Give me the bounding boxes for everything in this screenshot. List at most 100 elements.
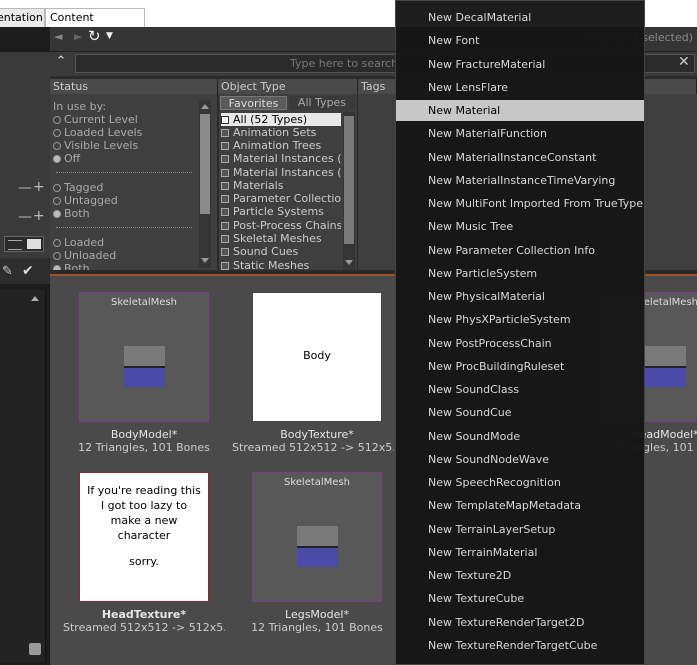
scrollbar-thumb[interactable] (200, 114, 210, 214)
checkbox-icon (221, 208, 229, 216)
tag-option[interactable]: Tagged (53, 181, 103, 194)
load-option[interactable]: Unloaded (53, 249, 116, 262)
asset-name: HeadTexture* (101, 608, 187, 621)
asset-info: Streamed 512x512 -> 512x5... (232, 441, 394, 454)
pencil-icon[interactable]: ✎ (2, 264, 13, 279)
object-type-item[interactable]: Material Instances (Co (221, 152, 341, 165)
asset-name: BodyModel* (110, 428, 178, 441)
menu-item[interactable]: New MaterialFunction (396, 123, 644, 144)
menu-item[interactable]: New SpeechRecognition (396, 472, 644, 493)
menu-item[interactable]: New TextureRenderTarget2D (396, 612, 644, 633)
tag-option[interactable]: Both (53, 207, 90, 220)
object-type-item[interactable]: Animation Sets (221, 126, 341, 139)
in-use-option[interactable]: Off (53, 152, 80, 165)
menu-item[interactable]: New Texture2D (396, 565, 644, 586)
plus-icon[interactable]: + (33, 208, 45, 224)
radio-icon (53, 184, 61, 192)
close-icon[interactable]: ✕ (678, 54, 690, 70)
asset-thumbnail[interactable]: Body (252, 292, 382, 422)
object-type-item[interactable]: Sound Cues (221, 245, 341, 258)
menu-item[interactable]: New Material (396, 100, 644, 121)
mesh-preview (297, 526, 338, 546)
asset-kind-label: SkeletalMesh (283, 477, 351, 488)
scroll-up-icon[interactable] (201, 104, 209, 109)
menu-item[interactable]: New Font (396, 30, 644, 51)
left-list-pane[interactable] (0, 290, 46, 662)
tab-presentation[interactable]: entation (0, 8, 45, 27)
forward-arrow-icon[interactable]: ► (74, 30, 82, 43)
tag-option[interactable]: Untagged (53, 194, 118, 207)
object-type-scrollbar[interactable] (343, 112, 355, 270)
menu-item[interactable]: New MultiFont Imported From TrueType (396, 193, 644, 214)
object-type-item[interactable]: Materials (221, 179, 341, 192)
menu-item[interactable]: New SoundCue (396, 402, 644, 423)
menu-item[interactable]: New ProcBuildingRuleset (396, 356, 644, 377)
scroll-down-icon[interactable] (201, 258, 209, 263)
menu-item[interactable]: New SoundMode (396, 426, 644, 447)
asset-thumbnail[interactable]: SkeletalMesh (252, 472, 382, 602)
menu-item[interactable]: New TerrainLayerSetup (396, 519, 644, 540)
back-arrow-icon[interactable]: ◄ (54, 30, 62, 43)
menu-item[interactable]: New Music Tree (396, 216, 644, 237)
in-use-option[interactable]: Current Level (53, 113, 138, 126)
tab-content-browser[interactable]: Content Browser-1 (45, 8, 145, 42)
checkbox-icon (221, 129, 229, 137)
object-type-item[interactable]: Material Instances (Ti (221, 166, 341, 179)
scroll-down-icon[interactable] (345, 260, 353, 265)
tab-all-types[interactable]: All Types (289, 96, 355, 110)
status-scrollbar[interactable] (199, 100, 211, 268)
scrollbar-thumb[interactable] (29, 643, 41, 655)
menu-item[interactable]: New SoundClass (396, 379, 644, 400)
mesh-preview (645, 346, 686, 366)
load-option[interactable]: Both (53, 262, 90, 270)
object-type-item[interactable]: Animation Trees (221, 139, 341, 152)
in-use-option[interactable]: Visible Levels (53, 139, 138, 152)
collapse-filters-icon[interactable]: ⌃ (53, 55, 69, 71)
object-type-item[interactable]: Post-Process Chains (221, 219, 341, 232)
menu-item[interactable]: New TextureCube (396, 588, 644, 609)
object-type-item[interactable]: Static Meshes (221, 259, 341, 270)
checkbox-icon (221, 235, 229, 243)
object-type-item[interactable]: All (52 Types) (221, 113, 341, 126)
menu-item[interactable]: New PhysicalMaterial (396, 286, 644, 307)
menu-item[interactable]: New FractureMaterial (396, 54, 644, 75)
menu-item[interactable]: New MaterialInstanceTimeVarying (396, 170, 644, 191)
menu-item[interactable]: New MaterialInstanceConstant (396, 147, 644, 168)
menu-item[interactable]: New TemplateMapMetadata (396, 495, 644, 516)
checkbox-icon (221, 262, 229, 270)
asset-info: Streamed 512x512 -> 512x5... (63, 621, 225, 634)
menu-item[interactable]: New SoundNodeWave (396, 449, 644, 470)
asset-name: LegsModel* (285, 608, 349, 621)
scrollbar-thumb[interactable] (344, 116, 354, 244)
chevron-down-icon[interactable]: ▼ (106, 31, 113, 41)
view-mode-toggle[interactable] (4, 236, 44, 252)
checkbox-icon (221, 155, 229, 163)
tab-favorites[interactable]: Favorites (220, 96, 287, 110)
object-type-item[interactable]: Skeletal Meshes (221, 232, 341, 245)
menu-item[interactable]: New DecalMaterial (396, 7, 644, 28)
menu-item[interactable]: New TextureRenderTargetCube (396, 635, 644, 656)
check-icon[interactable]: ✔ (22, 263, 34, 279)
load-option[interactable]: Loaded (53, 236, 104, 249)
minus-icon[interactable]: — (18, 209, 32, 225)
object-type-item[interactable]: Particle Systems (221, 205, 341, 218)
menu-item[interactable]: New ParticleSystem (396, 263, 644, 284)
menu-item[interactable]: New LensFlare (396, 77, 644, 98)
menu-item[interactable]: New TerrainMaterial (396, 542, 644, 563)
in-use-option[interactable]: Loaded Levels (53, 126, 142, 139)
asset-thumbnail[interactable]: If you're reading this I got too lazy to… (79, 472, 209, 602)
left-tools-row: ✎ ✔ (0, 258, 50, 284)
object-type-item[interactable]: Parameter Collection (221, 192, 341, 205)
plus-icon[interactable]: + (33, 179, 45, 195)
mesh-preview (297, 546, 338, 567)
menu-item[interactable]: New Parameter Collection Info (396, 240, 644, 261)
asset-thumbnail[interactable]: SkeletalMesh (79, 292, 209, 422)
checkbox-icon (221, 169, 229, 177)
list-view-icon (8, 240, 22, 250)
scroll-up-icon[interactable] (31, 296, 39, 301)
menu-item[interactable]: New PhysXParticleSystem (396, 309, 644, 330)
refresh-icon[interactable]: ↻ (88, 27, 101, 45)
radio-icon (53, 116, 61, 124)
minus-icon[interactable]: — (18, 180, 32, 196)
menu-item[interactable]: New PostProcessChain (396, 333, 644, 354)
